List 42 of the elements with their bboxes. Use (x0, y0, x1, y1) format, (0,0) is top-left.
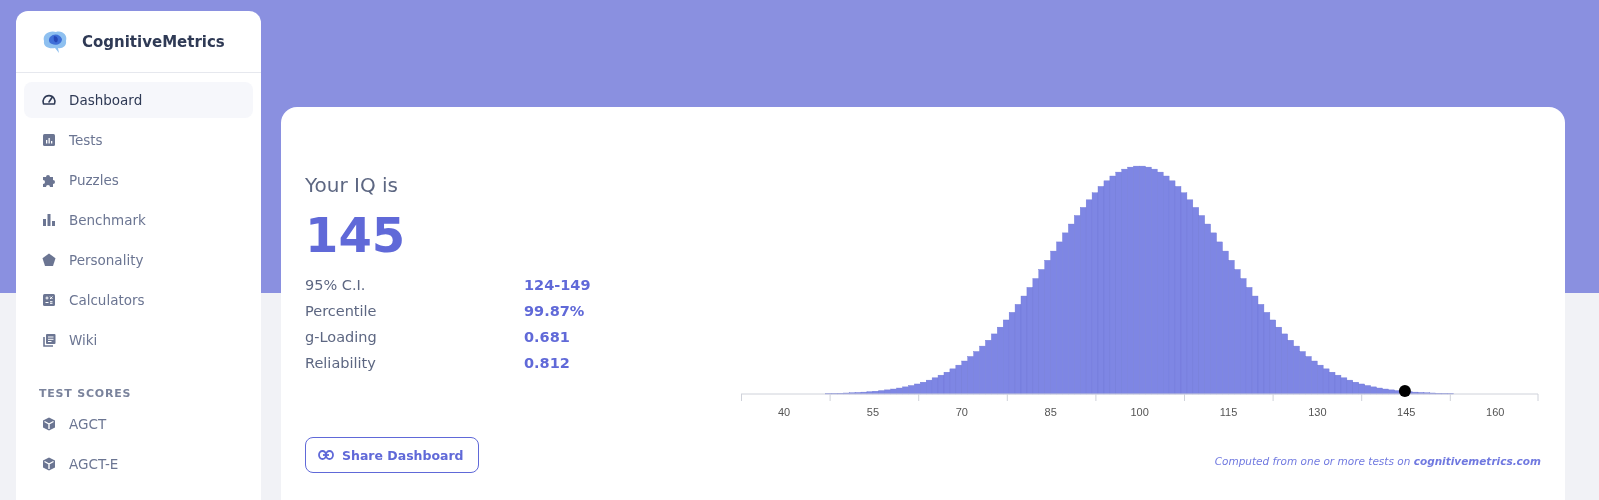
sidebar-item[interactable]: Personality (24, 242, 253, 278)
sidebar-item[interactable]: AGCT-E (24, 446, 253, 482)
sidebar-item[interactable]: Benchmark (24, 202, 253, 238)
sidebar-item[interactable]: Wiki (24, 322, 253, 358)
sidebar-item[interactable]: Tests (24, 122, 253, 158)
axis-label: 55 (866, 406, 880, 418)
stat-value: 124-149 (524, 277, 592, 293)
axis-label: 85 (1044, 406, 1057, 418)
stat-label: 95% C.I. (305, 277, 367, 293)
share-button[interactable]: Share Dashboard (305, 437, 479, 473)
bar-chart-icon (41, 212, 57, 228)
stat-label: g-Loading (305, 329, 378, 345)
gauge-icon (41, 92, 57, 108)
stat-value: 0.681 (524, 329, 571, 345)
brand-name: CognitiveMetrics (82, 32, 225, 51)
sidebar-item[interactable]: Puzzles (24, 162, 253, 198)
cube-icon (41, 456, 57, 472)
sidebar-item[interactable]: Dashboard (24, 82, 253, 118)
iq-score: 145 (305, 207, 407, 263)
puzzle-icon (41, 172, 57, 188)
footer-note: Computed from one or more tests on cognitivemetrics.com (1214, 455, 1541, 467)
stat-value: 0.812 (524, 355, 571, 371)
axis-label: 115 (1219, 406, 1238, 418)
cube-icon (41, 416, 57, 432)
link-icon (318, 450, 334, 460)
axis-label: 160 (1486, 406, 1505, 418)
book-icon (41, 332, 57, 348)
axis-label: 145 (1397, 406, 1416, 418)
sidebar-item[interactable]: Calculators (24, 282, 253, 318)
calculator-icon (41, 292, 57, 308)
chart-icon (41, 132, 57, 148)
axis-label: 130 (1308, 406, 1327, 418)
sidebar-item[interactable]: AGCT (24, 406, 253, 442)
axis-label: 70 (955, 406, 968, 418)
stat-value: 99.87% (524, 303, 586, 319)
pentagon-icon (41, 252, 57, 268)
axis-label: 100 (1130, 406, 1149, 418)
stat-label: Percentile (305, 303, 378, 319)
result-heading: Your IQ is (305, 173, 400, 197)
stat-label: Reliability (305, 355, 377, 371)
section-title: TEST SCORES (38, 386, 133, 402)
axis-label: 40 (777, 406, 791, 418)
